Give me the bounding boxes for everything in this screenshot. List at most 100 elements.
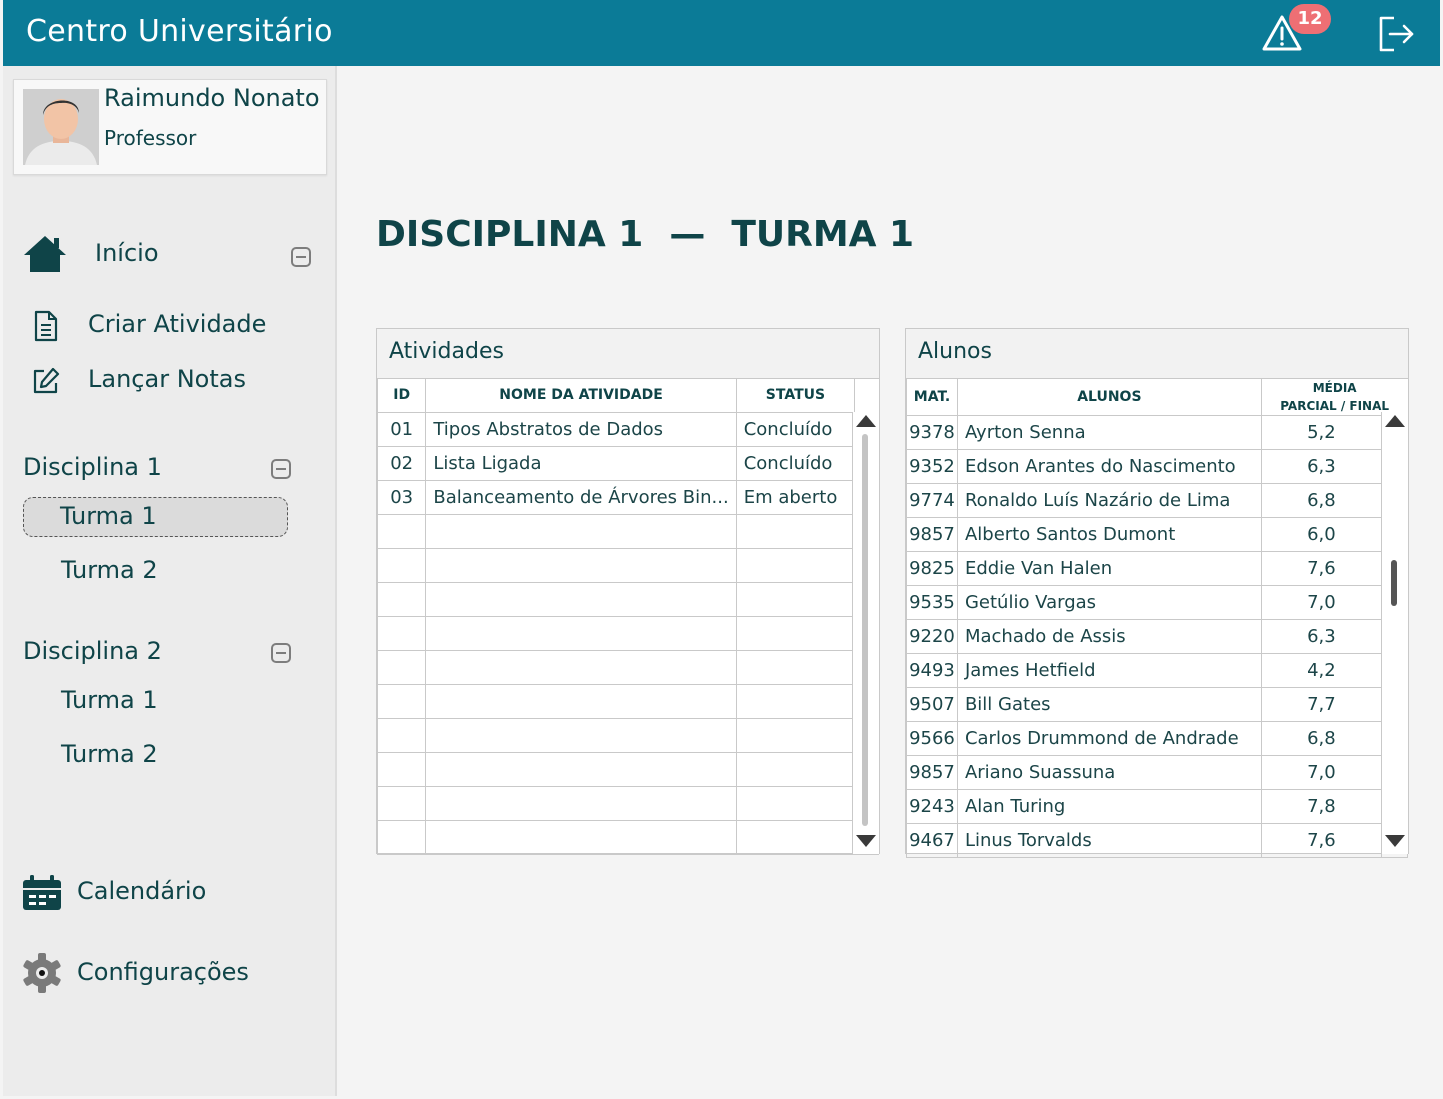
table-row[interactable]: 9535 Getúlio Vargas 7,0 [906, 585, 1408, 620]
table-row[interactable]: 9857 Alberto Santos Dumont 6,0 [906, 517, 1408, 552]
table-row[interactable]: 9857 Ariano Suassuna 7,0 [906, 755, 1408, 790]
page-title-separator: — [669, 214, 706, 255]
empty-row [376, 819, 879, 855]
atividade-id: 02 [376, 445, 427, 481]
nav-configuracoes[interactable]: Configurações [21, 950, 311, 996]
empty-row [376, 683, 879, 719]
collapse-disciplina-1-icon[interactable] [271, 459, 291, 479]
disciplina-2-header[interactable]: Disciplina 2 [23, 635, 263, 671]
calendar-icon [23, 875, 61, 910]
table-row[interactable]: 9220 Machado de Assis 6,3 [906, 619, 1408, 654]
page-title-disciplina: DISCIPLINA 1 [376, 214, 644, 255]
table-row[interactable]: 9825 Eddie Van Halen 7,6 [906, 551, 1408, 586]
atividade-nome: Tipos Abstratos de Dados [425, 411, 737, 447]
aluno-media: 7,6 [1260, 823, 1383, 858]
table-row[interactable]: 9467 Linus Torvalds 7,6 [906, 823, 1408, 858]
column-header-media[interactable]: MÉDIA PARCIAL / FINAL [1260, 378, 1408, 416]
atividades-scrollbar[interactable] [852, 412, 879, 854]
nav-lancar-notas[interactable]: Lançar Notas [31, 363, 311, 399]
aluno-mat: 9535 [906, 585, 958, 620]
table-row[interactable]: 9774 Ronaldo Luís Nazário de Lima 6,8 [906, 483, 1408, 518]
column-header-status[interactable]: STATUS [735, 378, 856, 413]
disciplina-1-turma-1[interactable]: Turma 1 [23, 497, 288, 537]
disciplina-2-turma-2[interactable]: Turma 2 [23, 735, 288, 775]
scrollbar-thumb[interactable] [1391, 560, 1397, 606]
collapse-disciplina-2-icon[interactable] [271, 643, 291, 663]
scrollbar-thumb[interactable] [862, 434, 868, 826]
aluno-nome: James Hetfield [956, 653, 1262, 688]
atividade-id: 01 [376, 411, 427, 447]
empty-cell [376, 547, 427, 583]
column-header-id[interactable]: ID [376, 378, 427, 413]
empty-cell [425, 683, 737, 719]
table-row[interactable]: 9378 Ayrton Senna 5,2 [906, 415, 1408, 450]
aluno-mat: 9507 [906, 687, 958, 722]
turma-label: Turma 2 [61, 740, 158, 768]
scroll-up-arrow-icon[interactable] [1385, 415, 1405, 427]
aluno-media: 6,3 [1260, 449, 1383, 484]
table-row[interactable]: 9243 Alan Turing 7,8 [906, 789, 1408, 824]
column-header-alunos[interactable]: ALUNOS [956, 378, 1262, 416]
collapse-inicio-icon[interactable] [291, 247, 311, 267]
empty-cell [425, 547, 737, 583]
aluno-mat: 9352 [906, 449, 958, 484]
atividade-status: Concluído [735, 411, 856, 447]
aluno-mat: 9774 [906, 483, 958, 518]
disciplina-2-turma-1[interactable]: Turma 1 [23, 681, 288, 721]
empty-cell [376, 615, 427, 651]
disciplina-1-header[interactable]: Disciplina 1 [23, 451, 263, 487]
empty-row [376, 581, 879, 617]
table-row[interactable]: 9566 Carlos Drummond de Andrade 6,8 [906, 721, 1408, 756]
home-icon [24, 236, 66, 272]
column-header-mat[interactable]: MAT. [906, 378, 958, 416]
nav-calendario-label: Calendário [77, 877, 207, 905]
avatar [23, 89, 99, 165]
aluno-nome: Alberto Santos Dumont [956, 517, 1262, 552]
scroll-down-arrow-icon[interactable] [1385, 835, 1405, 847]
alunos-table: MAT. ALUNOS MÉDIA PARCIAL / FINAL 9378 Ay… [906, 378, 1408, 858]
table-row[interactable]: 01 Tipos Abstratos de Dados Concluído [376, 411, 879, 447]
table-row[interactable]: 9507 Bill Gates 7,7 [906, 687, 1408, 722]
aluno-media: 7,8 [1260, 789, 1383, 824]
atividade-nome: Lista Ligada [425, 445, 737, 481]
column-header-nome[interactable]: NOME DA ATIVIDADE [425, 378, 737, 413]
alunos-panel-title: Alunos [906, 329, 1408, 379]
empty-cell [735, 547, 856, 583]
table-row[interactable]: 02 Lista Ligada Concluído [376, 445, 879, 481]
column-header-spacer [854, 378, 879, 413]
app-title: Centro Universitário [26, 14, 333, 49]
scroll-down-arrow-icon[interactable] [856, 835, 876, 847]
aluno-media: 4,2 [1260, 653, 1383, 688]
aluno-media: 6,3 [1260, 619, 1383, 654]
empty-cell [376, 513, 427, 549]
aluno-mat: 9378 [906, 415, 958, 450]
empty-row [376, 649, 879, 685]
empty-cell [376, 649, 427, 685]
nav-calendario[interactable]: Calendário [21, 870, 301, 914]
alunos-scrollbar[interactable] [1381, 412, 1408, 854]
empty-cell [735, 717, 856, 753]
table-row[interactable]: 9493 James Hetfield 4,2 [906, 653, 1408, 688]
disciplina-1-turma-2[interactable]: Turma 2 [23, 551, 288, 591]
atividade-nome: Balanceamento de Árvores Bin... [425, 479, 737, 515]
aluno-mat: 9857 [906, 517, 958, 552]
turma-label: Turma 1 [60, 502, 157, 530]
alerts-button[interactable]: 12 [1261, 4, 1331, 54]
aluno-mat: 9243 [906, 789, 958, 824]
table-row[interactable]: 9352 Edson Arantes do Nascimento 6,3 [906, 449, 1408, 484]
aluno-mat: 9566 [906, 721, 958, 756]
aluno-media: 6,0 [1260, 517, 1383, 552]
logout-button[interactable] [1376, 15, 1416, 53]
nav-inicio[interactable]: Início [21, 232, 321, 276]
nav-criar-atividade[interactable]: Criar Atividade [31, 308, 311, 344]
profile-card[interactable]: Raimundo Nonato Professor [13, 79, 327, 175]
empty-cell [425, 819, 737, 855]
atividade-id: 03 [376, 479, 427, 515]
empty-cell [735, 581, 856, 617]
empty-row [376, 513, 879, 549]
nav-lancar-notas-label: Lançar Notas [88, 365, 246, 393]
empty-row [376, 751, 879, 787]
nav-criar-atividade-label: Criar Atividade [88, 310, 267, 338]
table-row[interactable]: 03 Balanceamento de Árvores Bin... Em ab… [376, 479, 879, 515]
scroll-up-arrow-icon[interactable] [856, 415, 876, 427]
